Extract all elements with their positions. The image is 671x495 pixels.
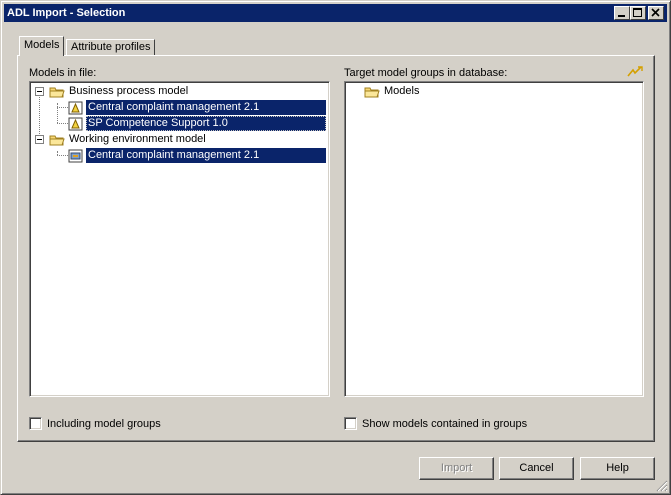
tree-node-central-complaint-management[interactable]: Central complaint management 2.1 bbox=[30, 100, 329, 116]
tree-node-models[interactable]: Models bbox=[345, 84, 643, 100]
tree-node-working-environment-model[interactable]: Working environment model bbox=[30, 132, 329, 148]
collapse-toggle[interactable] bbox=[35, 87, 44, 96]
tree-node-label: Central complaint management 2.1 bbox=[86, 148, 326, 163]
collapse-toggle[interactable] bbox=[35, 135, 44, 144]
including-model-groups-checkbox[interactable] bbox=[29, 417, 42, 430]
show-models-in-groups-label[interactable]: Show models contained in groups bbox=[362, 418, 527, 430]
maximize-button[interactable] bbox=[630, 6, 646, 20]
resize-grip-icon[interactable] bbox=[656, 480, 668, 492]
minimize-icon bbox=[618, 15, 625, 17]
tab-attribute-profiles-label: Attribute profiles bbox=[71, 41, 151, 53]
tree-node-label: Central complaint management 2.1 bbox=[86, 100, 326, 115]
cancel-button[interactable]: Cancel bbox=[499, 457, 574, 480]
tab-models-label: Models bbox=[24, 39, 60, 51]
dialog-window: ADL Import - Selection Models Attribute … bbox=[0, 0, 671, 495]
tab-models[interactable]: Models bbox=[19, 36, 65, 56]
tree-node-sp-competence-support[interactable]: SP Competence Support 1.0 bbox=[30, 116, 329, 132]
help-button[interactable]: Help bbox=[580, 457, 655, 480]
title-bar[interactable]: ADL Import - Selection bbox=[4, 4, 667, 22]
target-groups-label: Target model groups in database: bbox=[344, 67, 508, 79]
folder-icon bbox=[49, 87, 65, 98]
tree-node-business-process-model[interactable]: Business process model bbox=[30, 84, 329, 100]
including-model-groups-label[interactable]: Including model groups bbox=[47, 418, 161, 430]
window-title: ADL Import - Selection bbox=[7, 7, 126, 19]
process-model-icon bbox=[68, 101, 83, 115]
tree-node-central-complaint-management-env[interactable]: Central complaint management 2.1 bbox=[30, 148, 329, 164]
close-icon bbox=[651, 8, 660, 17]
models-tree[interactable]: Business process model Central complaint… bbox=[29, 81, 330, 397]
folder-icon bbox=[49, 135, 65, 146]
import-button[interactable]: Import bbox=[419, 457, 494, 480]
target-groups-tree[interactable]: Models bbox=[344, 81, 644, 397]
close-button[interactable] bbox=[648, 6, 664, 20]
process-model-icon bbox=[68, 117, 83, 131]
tree-node-label: Models bbox=[384, 85, 420, 97]
folder-icon bbox=[364, 87, 380, 98]
tree-node-label: Working environment model bbox=[69, 133, 206, 145]
show-models-in-groups-checkbox[interactable] bbox=[344, 417, 357, 430]
minimize-button[interactable] bbox=[614, 6, 630, 20]
tree-node-label: SP Competence Support 1.0 bbox=[86, 116, 326, 131]
models-in-file-label: Models in file: bbox=[29, 67, 97, 79]
maximize-icon bbox=[633, 8, 642, 17]
environment-model-icon bbox=[68, 149, 83, 163]
tab-attribute-profiles[interactable]: Attribute profiles bbox=[66, 39, 156, 55]
lightning-icon[interactable] bbox=[627, 66, 643, 78]
tree-node-label: Business process model bbox=[69, 85, 189, 97]
tab-panel: Models in file: Target model groups in d… bbox=[17, 55, 655, 442]
